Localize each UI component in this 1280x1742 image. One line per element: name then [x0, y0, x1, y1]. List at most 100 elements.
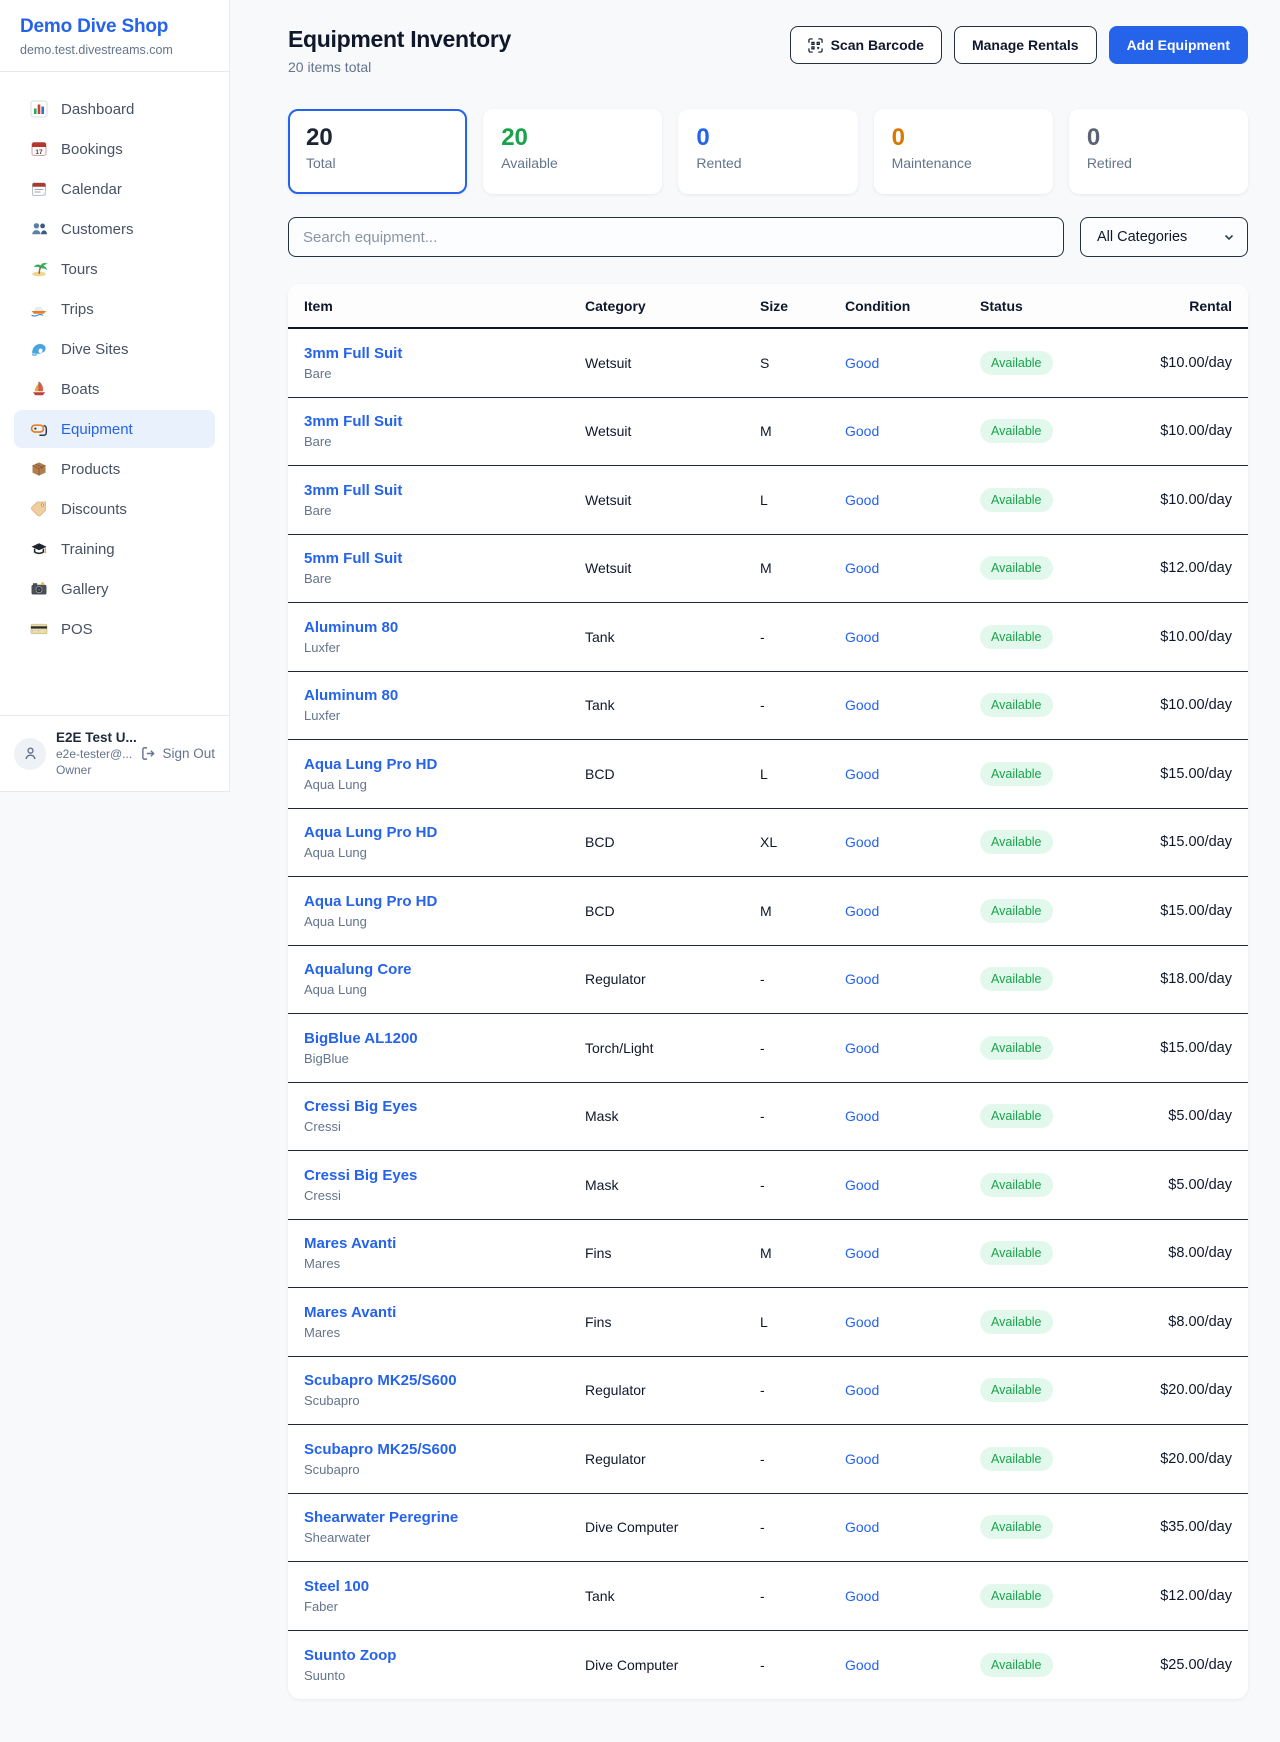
item-name-link[interactable]: Shearwater Peregrine [304, 1509, 585, 1526]
sidebar-item-tours[interactable]: Tours [14, 250, 215, 288]
sidebar-item-discounts[interactable]: Discounts [14, 490, 215, 528]
item-name-link[interactable]: Steel 100 [304, 1578, 585, 1595]
sidebar-item-customers[interactable]: Customers [14, 210, 215, 248]
item-name-link[interactable]: Cressi Big Eyes [304, 1167, 585, 1184]
sidebar-item-equipment[interactable]: Equipment [14, 410, 215, 448]
sidebar-item-dashboard[interactable]: Dashboard [14, 90, 215, 128]
table-row[interactable]: Mares AvantiMaresFinsLGoodAvailable$8.00… [288, 1288, 1248, 1357]
condition-link[interactable]: Good [845, 697, 980, 713]
manage-rentals-button[interactable]: Manage Rentals [954, 26, 1097, 64]
item-name-link[interactable]: Aqua Lung Pro HD [304, 756, 585, 773]
item-name-link[interactable]: Aqua Lung Pro HD [304, 893, 585, 910]
item-name-link[interactable]: Aqua Lung Pro HD [304, 824, 585, 841]
item-name-link[interactable]: Scubapro MK25/S600 [304, 1372, 585, 1389]
table-row[interactable]: Shearwater PeregrineShearwaterDive Compu… [288, 1494, 1248, 1563]
stat-value: 20 [501, 125, 644, 151]
search-input[interactable] [288, 217, 1064, 257]
condition-link[interactable]: Good [845, 1177, 980, 1193]
sidebar-item-calendar[interactable]: Calendar [14, 170, 215, 208]
stat-card-available[interactable]: 20Available [483, 109, 662, 194]
condition-link[interactable]: Good [845, 1451, 980, 1467]
condition-link[interactable]: Good [845, 1040, 980, 1056]
add-equipment-button[interactable]: Add Equipment [1109, 26, 1248, 64]
item-name-link[interactable]: Suunto Zoop [304, 1647, 585, 1664]
item-brand: Luxfer [304, 640, 585, 655]
table-row[interactable]: 3mm Full SuitBareWetsuitSGoodAvailable$1… [288, 329, 1248, 398]
condition-link[interactable]: Good [845, 1245, 980, 1261]
condition-link[interactable]: Good [845, 355, 980, 371]
table-row[interactable]: 3mm Full SuitBareWetsuitLGoodAvailable$1… [288, 466, 1248, 535]
table-row[interactable]: Aqua Lung Pro HDAqua LungBCDXLGoodAvaila… [288, 809, 1248, 878]
table-row[interactable]: Scubapro MK25/S600ScubaproRegulator-Good… [288, 1357, 1248, 1426]
avatar [14, 738, 46, 770]
table-row[interactable]: Steel 100FaberTank-GoodAvailable$12.00/d… [288, 1562, 1248, 1631]
condition-link[interactable]: Good [845, 560, 980, 576]
sidebar-item-bookings[interactable]: 17Bookings [14, 130, 215, 168]
table-row[interactable]: Aqua Lung Pro HDAqua LungBCDMGoodAvailab… [288, 877, 1248, 946]
cell-rental: $15.00/day [1150, 834, 1232, 850]
condition-link[interactable]: Good [845, 1382, 980, 1398]
item-name-link[interactable]: 3mm Full Suit [304, 345, 585, 362]
grad-cap-icon [30, 540, 48, 558]
condition-link[interactable]: Good [845, 1657, 980, 1673]
table-row[interactable]: Aluminum 80LuxferTank-GoodAvailable$10.0… [288, 672, 1248, 741]
table-row[interactable]: 5mm Full SuitBareWetsuitMGoodAvailable$1… [288, 535, 1248, 604]
item-name-link[interactable]: 3mm Full Suit [304, 482, 585, 499]
item-name-link[interactable]: Mares Avanti [304, 1304, 585, 1321]
table-row[interactable]: Aqualung CoreAqua LungRegulator-GoodAvai… [288, 946, 1248, 1015]
sidebar-item-boats[interactable]: Boats [14, 370, 215, 408]
table-row[interactable]: 3mm Full SuitBareWetsuitMGoodAvailable$1… [288, 398, 1248, 467]
item-name-link[interactable]: Mares Avanti [304, 1235, 585, 1252]
condition-link[interactable]: Good [845, 766, 980, 782]
item-brand: Cressi [304, 1188, 585, 1203]
user-name: E2E Test U... [56, 730, 131, 745]
table-row[interactable]: Aqua Lung Pro HDAqua LungBCDLGoodAvailab… [288, 740, 1248, 809]
condition-link[interactable]: Good [845, 629, 980, 645]
cell-category: BCD [585, 766, 760, 782]
stat-card-total[interactable]: 20Total [288, 109, 467, 194]
condition-link[interactable]: Good [845, 423, 980, 439]
stat-card-rented[interactable]: 0Rented [678, 109, 857, 194]
item-name-link[interactable]: 3mm Full Suit [304, 413, 585, 430]
table-row[interactable]: Mares AvantiMaresFinsMGoodAvailable$8.00… [288, 1220, 1248, 1289]
cell-rental: $10.00/day [1150, 423, 1232, 439]
sidebar-item-products[interactable]: Products [14, 450, 215, 488]
sailboat-icon [30, 380, 48, 398]
sidebar-item-trips[interactable]: Trips [14, 290, 215, 328]
condition-link[interactable]: Good [845, 903, 980, 919]
condition-link[interactable]: Good [845, 492, 980, 508]
item-name-link[interactable]: Aluminum 80 [304, 687, 585, 704]
sign-out-button[interactable]: Sign Out [141, 746, 215, 761]
table-row[interactable]: Cressi Big EyesCressiMask-GoodAvailable$… [288, 1151, 1248, 1220]
condition-link[interactable]: Good [845, 1314, 980, 1330]
condition-link[interactable]: Good [845, 834, 980, 850]
stat-value: 20 [306, 125, 449, 151]
cell-status: Available [980, 1515, 1150, 1539]
item-name-link[interactable]: 5mm Full Suit [304, 550, 585, 567]
sidebar-item-gallery[interactable]: Gallery [14, 570, 215, 608]
scan-barcode-button[interactable]: Scan Barcode [790, 26, 942, 64]
condition-link[interactable]: Good [845, 1588, 980, 1604]
table-row[interactable]: Cressi Big EyesCressiMask-GoodAvailable$… [288, 1083, 1248, 1152]
sidebar-item-dive-sites[interactable]: Dive Sites [14, 330, 215, 368]
item-brand: Shearwater [304, 1530, 585, 1545]
item-name-link[interactable]: Aluminum 80 [304, 619, 585, 636]
sidebar-item-pos[interactable]: POS [14, 610, 215, 648]
status-badge: Available [980, 488, 1053, 512]
item-name-link[interactable]: Scubapro MK25/S600 [304, 1441, 585, 1458]
status-badge: Available [980, 1447, 1053, 1471]
sidebar-item-training[interactable]: Training [14, 530, 215, 568]
stat-card-maintenance[interactable]: 0Maintenance [874, 109, 1053, 194]
table-row[interactable]: BigBlue AL1200BigBlueTorch/Light-GoodAva… [288, 1014, 1248, 1083]
table-row[interactable]: Aluminum 80LuxferTank-GoodAvailable$10.0… [288, 603, 1248, 672]
table-row[interactable]: Suunto ZoopSuuntoDive Computer-GoodAvail… [288, 1631, 1248, 1700]
category-select[interactable]: All Categories [1080, 217, 1248, 257]
condition-link[interactable]: Good [845, 1519, 980, 1535]
item-name-link[interactable]: Cressi Big Eyes [304, 1098, 585, 1115]
condition-link[interactable]: Good [845, 971, 980, 987]
condition-link[interactable]: Good [845, 1108, 980, 1124]
item-name-link[interactable]: Aqualung Core [304, 961, 585, 978]
item-name-link[interactable]: BigBlue AL1200 [304, 1030, 585, 1047]
stat-card-retired[interactable]: 0Retired [1069, 109, 1248, 194]
table-row[interactable]: Scubapro MK25/S600ScubaproRegulator-Good… [288, 1425, 1248, 1494]
